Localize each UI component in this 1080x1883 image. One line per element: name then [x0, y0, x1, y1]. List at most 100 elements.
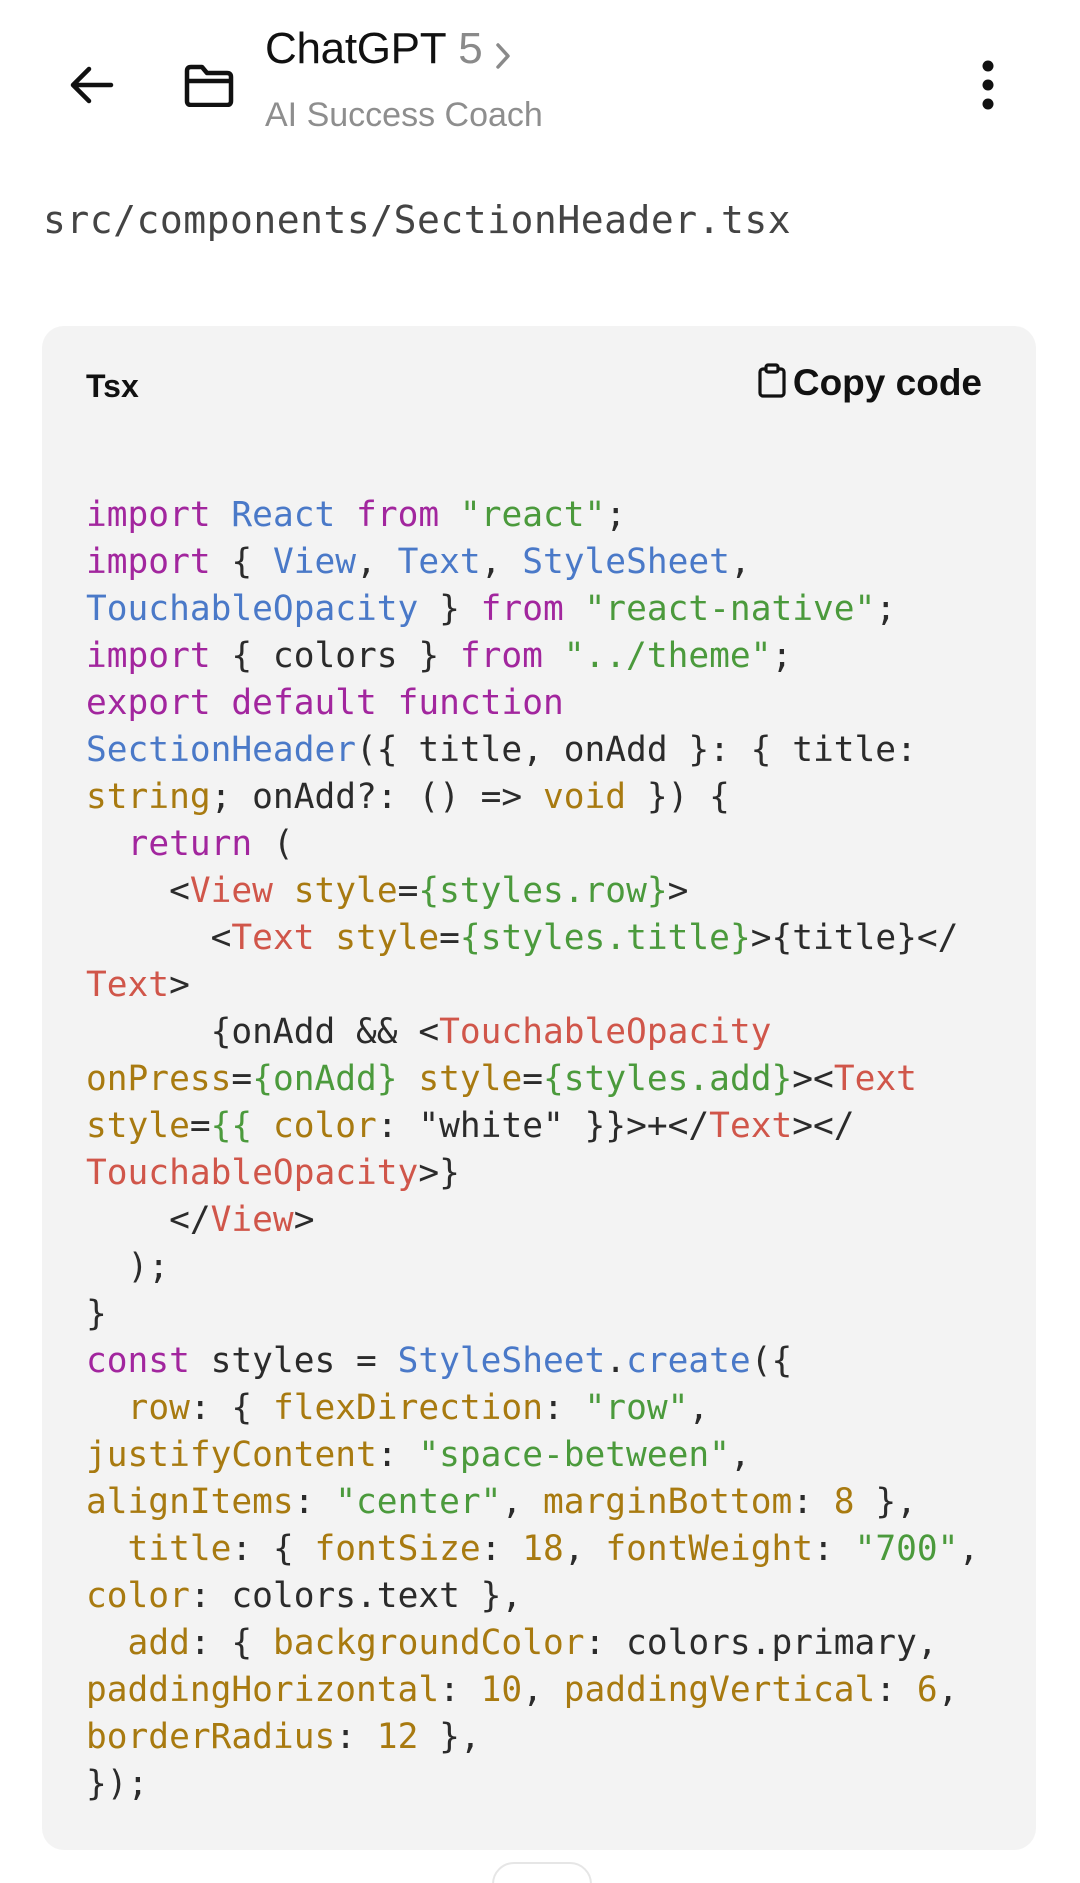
code-token: style [86, 1106, 190, 1146]
code-token: return [127, 824, 253, 864]
code-token: backgroundColor [272, 1623, 585, 1663]
conversation-title[interactable]: ChatGPT 5 AI Success Coach [265, 24, 543, 135]
code-line: color: colors.text }, [86, 1573, 979, 1620]
code-token: TouchableOpacity [86, 589, 419, 629]
more-options-button[interactable] [958, 52, 1018, 122]
code-token: row [127, 1388, 190, 1428]
code-token: 6 [916, 1670, 938, 1710]
code-token: < [86, 871, 190, 911]
code-token: : [875, 1670, 917, 1710]
code-token: }, [854, 1482, 917, 1522]
code-token: {{ [210, 1106, 253, 1146]
code-token: function [397, 683, 564, 723]
code-line: onPress={onAdd} style={styles.add}><Text [86, 1056, 979, 1103]
code-token: ; [605, 495, 627, 535]
code-token: = [522, 1059, 544, 1099]
code-token: , [958, 1529, 980, 1569]
code-token: Text [709, 1106, 793, 1146]
code-token: Text [397, 542, 481, 582]
code-line: ); [86, 1244, 979, 1291]
app-name: ChatGPT [265, 24, 447, 73]
back-button[interactable] [58, 54, 124, 120]
code-line: {onAdd && <TouchableOpacity [86, 1009, 979, 1056]
code-line: style={{ color: "white" }}>+</Text></ [86, 1103, 979, 1150]
arrow-left-icon [67, 65, 115, 110]
code-token: {onAdd && < [86, 1012, 440, 1052]
code-token: string [86, 777, 211, 817]
code-token: ); [86, 1247, 170, 1287]
code-line: title: { fontSize: 18, fontWeight: "700"… [86, 1526, 980, 1573]
code-token: styles = [189, 1341, 398, 1381]
code-token: ; onAdd?: () => [210, 777, 543, 817]
code-token: React [231, 495, 336, 535]
scroll-to-bottom-button[interactable] [492, 1862, 592, 1883]
code-token: 8 [833, 1482, 855, 1522]
code-line: return ( [86, 821, 979, 868]
code-token: from [356, 495, 440, 535]
code-token: { [210, 542, 273, 582]
code-token: < [86, 918, 232, 958]
code-token: marginBottom [542, 1482, 793, 1522]
code-token: import [86, 542, 211, 582]
code-token: 18 [522, 1529, 564, 1569]
code-token: : colors.text }, [189, 1576, 523, 1616]
code-line: borderRadius: 12 }, [86, 1714, 979, 1761]
code-token: View [210, 1200, 294, 1240]
code-token: : [480, 1529, 523, 1569]
project-subtitle: AI Success Coach [265, 96, 543, 134]
code-token: export [86, 683, 211, 723]
code-token: const [86, 1341, 190, 1381]
code-token: fontWeight [605, 1529, 814, 1569]
code-token: import [86, 636, 211, 676]
code-line: export default function [86, 680, 979, 727]
code-token: , [356, 542, 398, 582]
project-folder-button[interactable] [176, 54, 242, 120]
more-vertical-icon [981, 59, 995, 116]
code-line: import { colors } from "../theme"; [86, 633, 979, 680]
code-token: = [189, 1106, 211, 1146]
chat-screen: ChatGPT 5 AI Success Coach src/component… [0, 0, 1080, 1883]
code-token: SectionHeader [86, 730, 357, 770]
code-token: > [667, 871, 689, 911]
chevron-right-icon [493, 41, 513, 71]
code-token: Text [231, 918, 315, 958]
code-token: style [418, 1059, 523, 1099]
code-token: "react" [459, 495, 606, 535]
code-token: style [335, 918, 440, 958]
code-line: alignItems: "center", marginBottom: 8 }, [86, 1479, 979, 1526]
code-token: , [501, 1482, 543, 1522]
code-token: >{title}</ [750, 918, 959, 958]
code-line: justifyContent: "space-between", [86, 1432, 979, 1479]
file-path-text: src/components/SectionHeader.tsx [43, 198, 792, 242]
code-line: row: { flexDirection: "row", [86, 1385, 979, 1432]
code-line: </View> [86, 1197, 979, 1244]
code-token: justifyContent [86, 1435, 377, 1475]
code-token: alignItems [86, 1482, 294, 1522]
code-token: { colors } [210, 636, 460, 676]
code-token: = [439, 918, 460, 958]
code-token: color [86, 1576, 190, 1616]
folder-icon [183, 63, 235, 112]
code-token: "center" [335, 1482, 502, 1522]
code-token: }); [86, 1764, 149, 1804]
code-token: create [626, 1341, 751, 1381]
code-token: from [480, 589, 564, 629]
code-token: "../theme" [563, 636, 772, 676]
code-token: fontSize [314, 1529, 481, 1569]
code-token: StyleSheet [522, 542, 730, 582]
code-line: SectionHeader({ title, onAdd }: { title: [86, 727, 979, 774]
model-selector[interactable]: ChatGPT 5 [265, 24, 543, 88]
copy-code-button[interactable]: Copy code [757, 362, 982, 404]
code-token: View [189, 871, 273, 911]
top-app-bar: ChatGPT 5 AI Success Coach [0, 0, 1080, 170]
code-token: ({ [750, 1341, 793, 1381]
